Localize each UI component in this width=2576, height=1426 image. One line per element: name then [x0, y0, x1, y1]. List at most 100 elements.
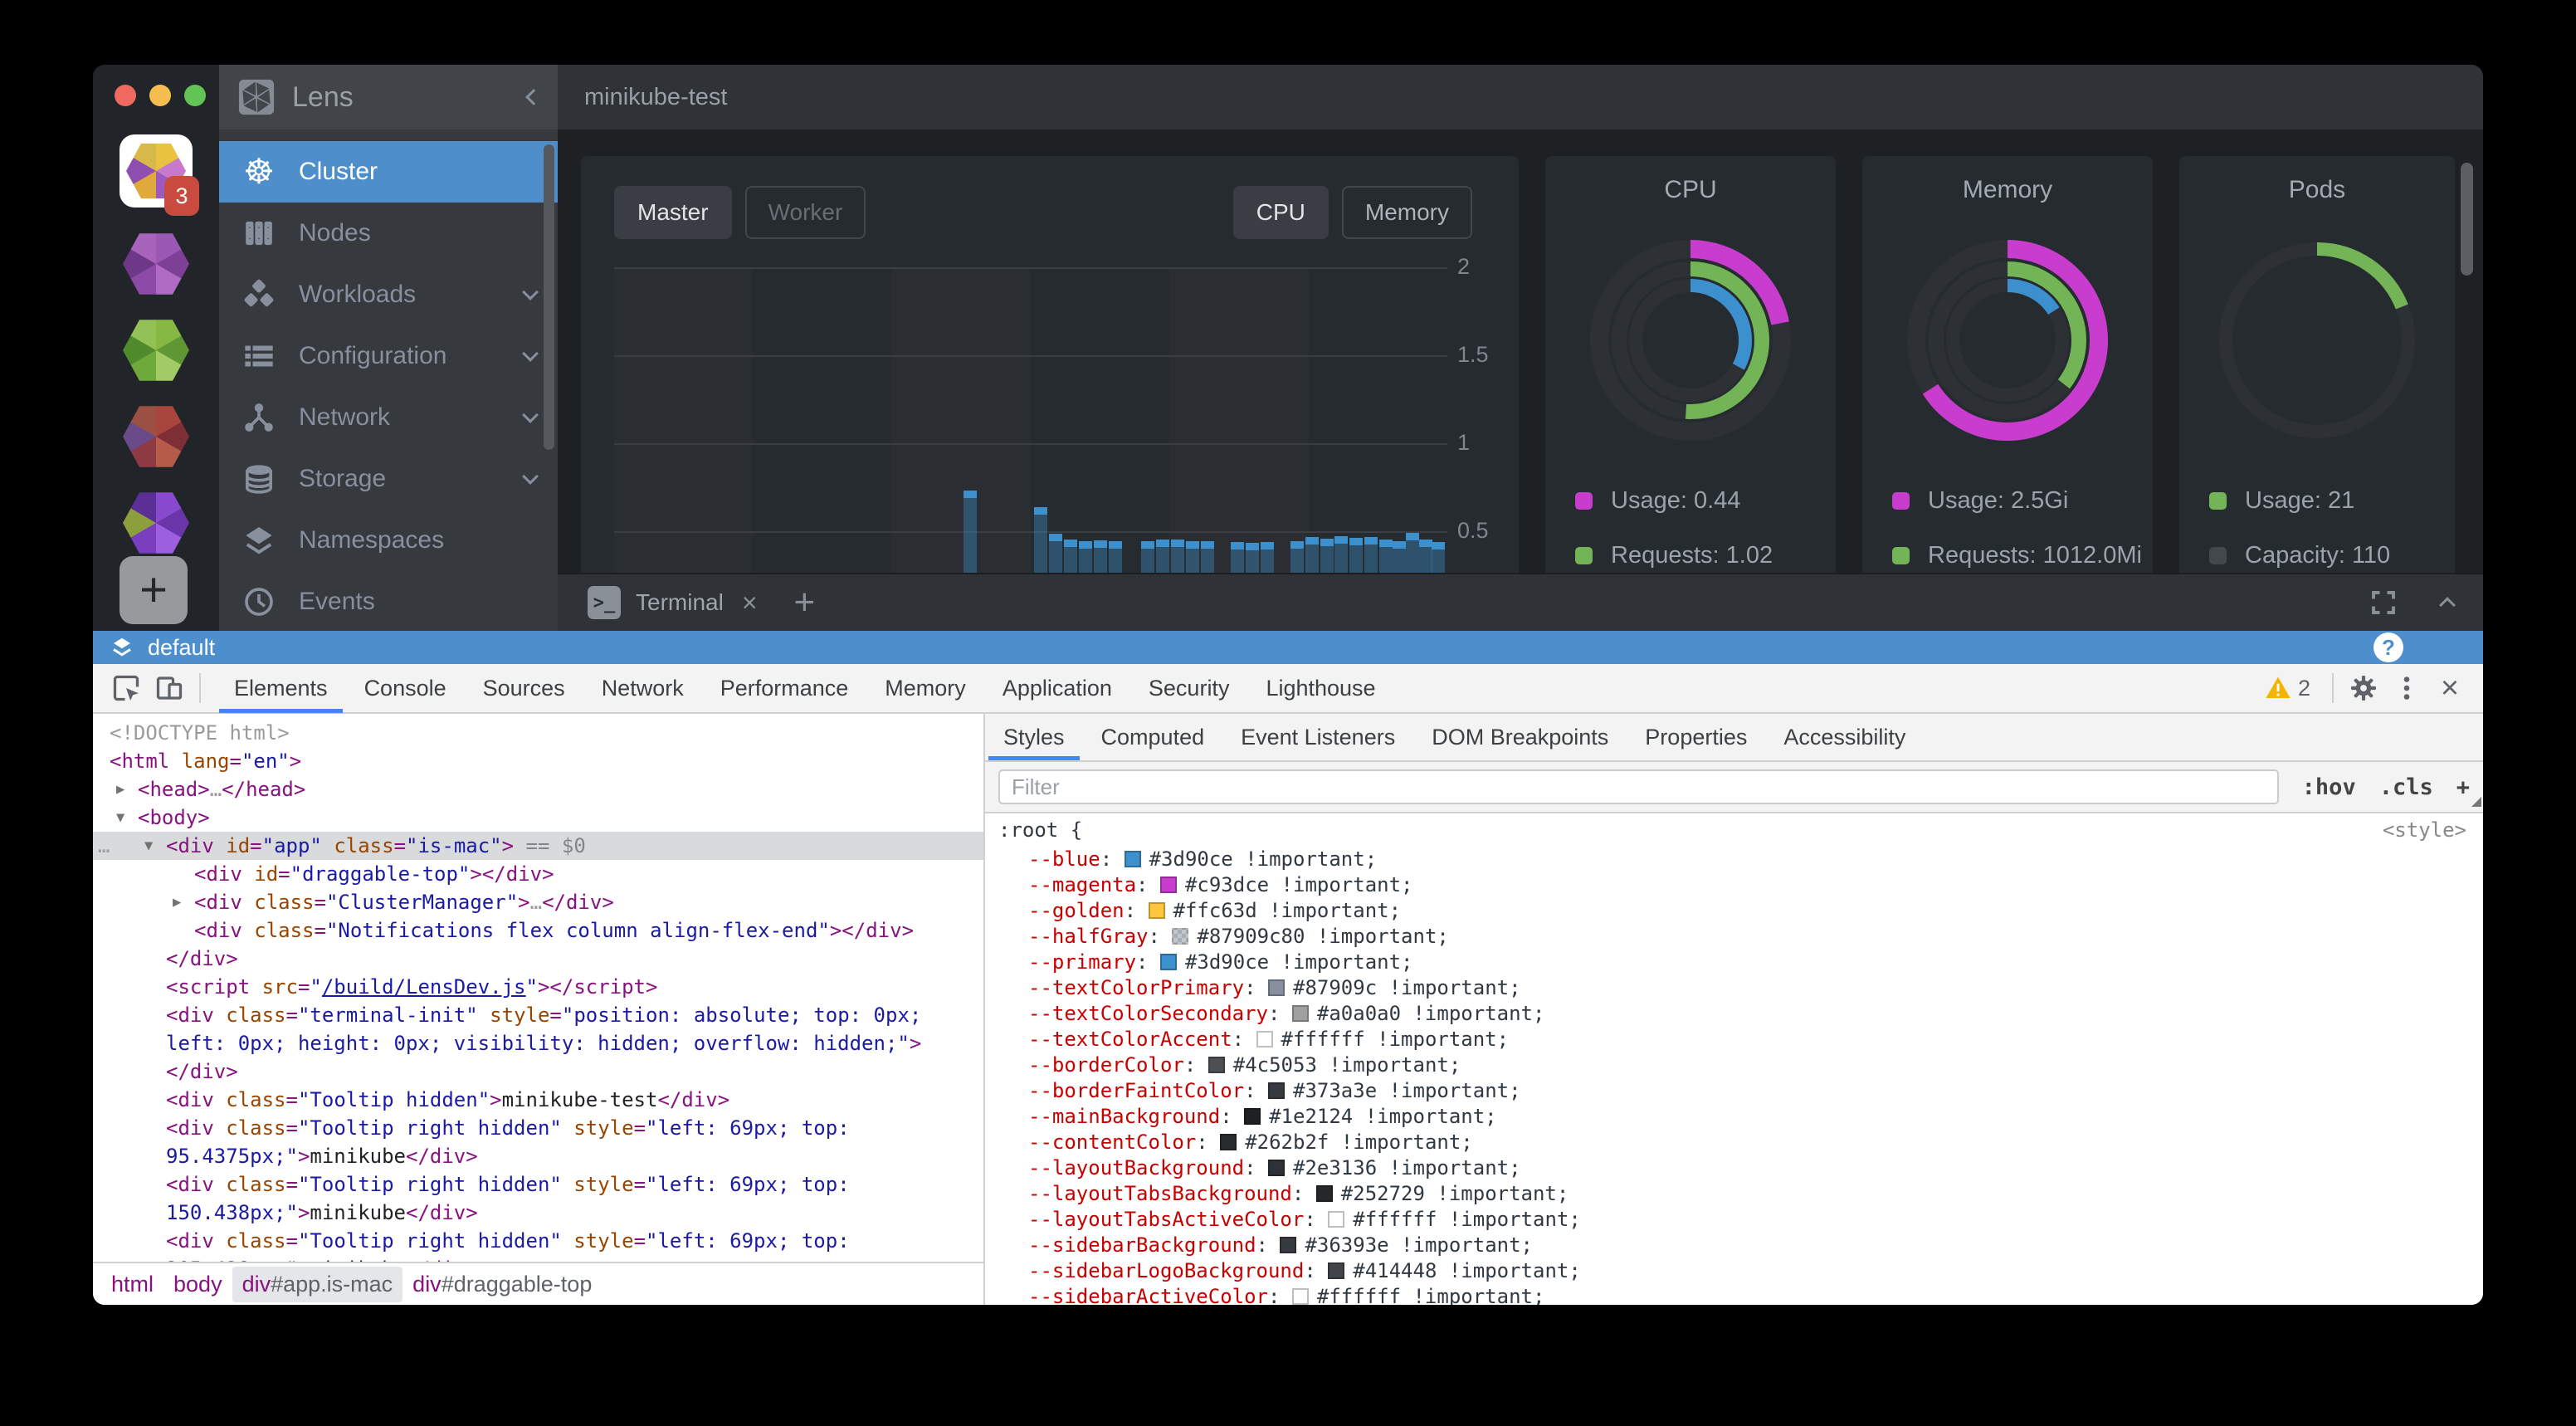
dom-tree-line[interactable]: …▼<div id="app" class="is-mac"> == $0 [93, 832, 983, 860]
dom-tree-line[interactable]: ▶<div class="ClusterManager">…</div> [93, 888, 983, 916]
styles-tab-dom-breakpoints[interactable]: DOM Breakpoints [1413, 714, 1627, 760]
tab-elements[interactable]: Elements [216, 663, 346, 713]
tab-application[interactable]: Application [984, 663, 1130, 713]
dom-tree-line[interactable]: 150.438px;">minikube</div> [93, 1199, 983, 1227]
metric-cpu-button[interactable]: CPU [1233, 186, 1329, 239]
sidebar-item-nodes[interactable]: Nodes [219, 203, 558, 264]
color-swatch[interactable] [1268, 1082, 1285, 1099]
zoom-window-button[interactable] [184, 85, 206, 106]
css-selector[interactable]: :root { [998, 818, 1082, 842]
css-variable-line[interactable]: --magenta: #c93dce !important; [985, 872, 2483, 898]
color-swatch[interactable] [1125, 851, 1141, 867]
inspect-element-icon[interactable] [105, 668, 148, 708]
dom-tree-line[interactable]: <div class="Tooltip right hidden" style=… [93, 1227, 983, 1255]
css-variable-line[interactable]: --sidebarLogoBackground: #414448 !import… [985, 1258, 2483, 1284]
sidebar-item-network[interactable]: Network [219, 387, 558, 448]
sidebar-item-cluster[interactable]: ☸Cluster [219, 141, 558, 203]
metric-memory-button[interactable]: Memory [1342, 186, 1472, 239]
tab-console[interactable]: Console [346, 663, 465, 713]
rail-item-cluster-red[interactable] [120, 400, 193, 473]
node-worker-button[interactable]: Worker [745, 186, 866, 239]
styles-tab-event-listeners[interactable]: Event Listeners [1222, 714, 1413, 760]
css-rule-source[interactable]: <style> [2383, 813, 2466, 847]
devtools-menu-icon[interactable] [2385, 668, 2428, 708]
color-swatch[interactable] [1208, 1057, 1225, 1073]
color-swatch[interactable] [1268, 979, 1285, 996]
dom-tree-line[interactable]: <div id="draggable-top"></div> [93, 860, 983, 888]
tab-performance[interactable]: Performance [702, 663, 867, 713]
rail-item-cluster-minikube-active[interactable]: 3 [120, 134, 193, 208]
dom-tree-line[interactable]: <div class="Notifications flex column al… [93, 916, 983, 945]
css-variable-line[interactable]: --blue: #3d90ce !important; [985, 847, 2483, 872]
styles-filter-input[interactable] [998, 769, 2279, 804]
sidebar-item-configuration[interactable]: Configuration [219, 325, 558, 387]
css-variable-line[interactable]: --borderFaintColor: #373a3e !important; [985, 1078, 2483, 1104]
close-devtools-icon[interactable]: × [2428, 668, 2471, 708]
rail-item-cluster-violet[interactable] [120, 486, 193, 559]
css-variable-line[interactable]: --halfGray: #87909c80 !important; [985, 924, 2483, 950]
sidebar-item-events[interactable]: Events [219, 571, 558, 632]
dom-tree-line[interactable]: </div> [93, 945, 983, 973]
dom-tree-line[interactable]: <script src="/build/LensDev.js"></script… [93, 973, 983, 1001]
sidebar-item-workloads[interactable]: Workloads [219, 264, 558, 325]
color-swatch[interactable] [1328, 1262, 1344, 1279]
styles-tab-computed[interactable]: Computed [1083, 714, 1223, 760]
dom-tree-line[interactable]: 95.4375px;">minikube</div> [93, 1142, 983, 1170]
dom-tree-line[interactable]: <html lang="en"> [93, 747, 983, 775]
css-variable-line[interactable]: --textColorAccent: #ffffff !important; [985, 1027, 2483, 1052]
overflow-gutter-icon[interactable]: … [98, 832, 111, 860]
close-window-button[interactable] [115, 85, 136, 106]
terminal-tab[interactable]: Terminal [636, 589, 724, 616]
styles-tab-properties[interactable]: Properties [1627, 714, 1765, 760]
css-variable-line[interactable]: --borderColor: #4c5053 !important; [985, 1052, 2483, 1078]
css-variable-line[interactable]: --layoutBackground: #2e3136 !important; [985, 1155, 2483, 1181]
css-variable-line[interactable]: --textColorPrimary: #87909c !important; [985, 975, 2483, 1001]
css-variable-line[interactable]: --mainBackground: #1e2124 !important; [985, 1104, 2483, 1130]
color-swatch[interactable] [1256, 1031, 1273, 1048]
dom-tree-line[interactable]: <div class="Tooltip hidden">minikube-tes… [93, 1086, 983, 1114]
color-swatch[interactable] [1268, 1160, 1285, 1176]
warning-icon[interactable] [2265, 676, 2291, 701]
add-cluster-button[interactable]: + [120, 556, 188, 624]
tab-security[interactable]: Security [1130, 663, 1248, 713]
sidebar-item-storage[interactable]: Storage [219, 448, 558, 510]
new-terminal-icon[interactable]: + [794, 582, 816, 623]
collapse-sidebar-icon[interactable] [525, 89, 542, 105]
css-variable-line[interactable]: --textColorSecondary: #a0a0a0 !important… [985, 1001, 2483, 1027]
color-swatch[interactable] [1160, 877, 1177, 893]
expand-dock-icon[interactable] [2369, 588, 2398, 618]
color-swatch[interactable] [1160, 954, 1177, 970]
css-variable-line[interactable]: --layoutTabsBackground: #252729 !importa… [985, 1181, 2483, 1207]
color-swatch[interactable] [1220, 1134, 1237, 1150]
toggle-element-classes-button[interactable]: .cls [2379, 774, 2433, 800]
sidebar-scrollbar[interactable] [544, 144, 554, 450]
dom-tree-line[interactable]: ▶<head>…</head> [93, 775, 983, 803]
color-swatch[interactable] [1149, 902, 1165, 919]
css-variable-line[interactable]: --primary: #3d90ce !important; [985, 950, 2483, 975]
css-variable-line[interactable]: --contentColor: #262b2f !important; [985, 1130, 2483, 1155]
minimize-window-button[interactable] [149, 85, 171, 106]
styles-tab-accessibility[interactable]: Accessibility [1765, 714, 1924, 760]
color-swatch[interactable] [1292, 1288, 1309, 1305]
tab-sources[interactable]: Sources [465, 663, 583, 713]
color-swatch[interactable] [1292, 1005, 1309, 1022]
css-variable-line[interactable]: --sidebarBackground: #36393e !important; [985, 1233, 2483, 1258]
toggle-pseudo-classes-button[interactable]: :hov [2302, 774, 2356, 800]
collapsed-arrow-icon[interactable]: ▶ [116, 775, 124, 803]
dom-tree-line[interactable]: <!DOCTYPE html> [93, 719, 983, 747]
dom-tree-line[interactable]: <div class="Tooltip right hidden" style=… [93, 1114, 983, 1142]
dom-tree-line[interactable]: </div> [93, 1057, 983, 1086]
color-swatch[interactable] [1280, 1237, 1296, 1253]
devtools-settings-icon[interactable] [2342, 668, 2385, 708]
expanded-arrow-icon[interactable]: ▼ [116, 803, 124, 832]
breadcrumb-div#app.is-mac[interactable]: div#app.is-mac [232, 1267, 403, 1302]
dom-tree-line[interactable]: <div class="Tooltip right hidden" style=… [93, 1170, 983, 1199]
tab-lighthouse[interactable]: Lighthouse [1247, 663, 1393, 713]
tab-memory[interactable]: Memory [866, 663, 984, 713]
color-swatch[interactable] [1316, 1185, 1333, 1202]
sidebar-item-namespaces[interactable]: Namespaces [219, 510, 558, 571]
css-variable-line[interactable]: --golden: #ffc63d !important; [985, 898, 2483, 924]
collapse-dock-icon[interactable] [2439, 597, 2456, 613]
breadcrumb-html[interactable]: html [101, 1267, 163, 1302]
color-swatch[interactable] [1172, 928, 1188, 945]
